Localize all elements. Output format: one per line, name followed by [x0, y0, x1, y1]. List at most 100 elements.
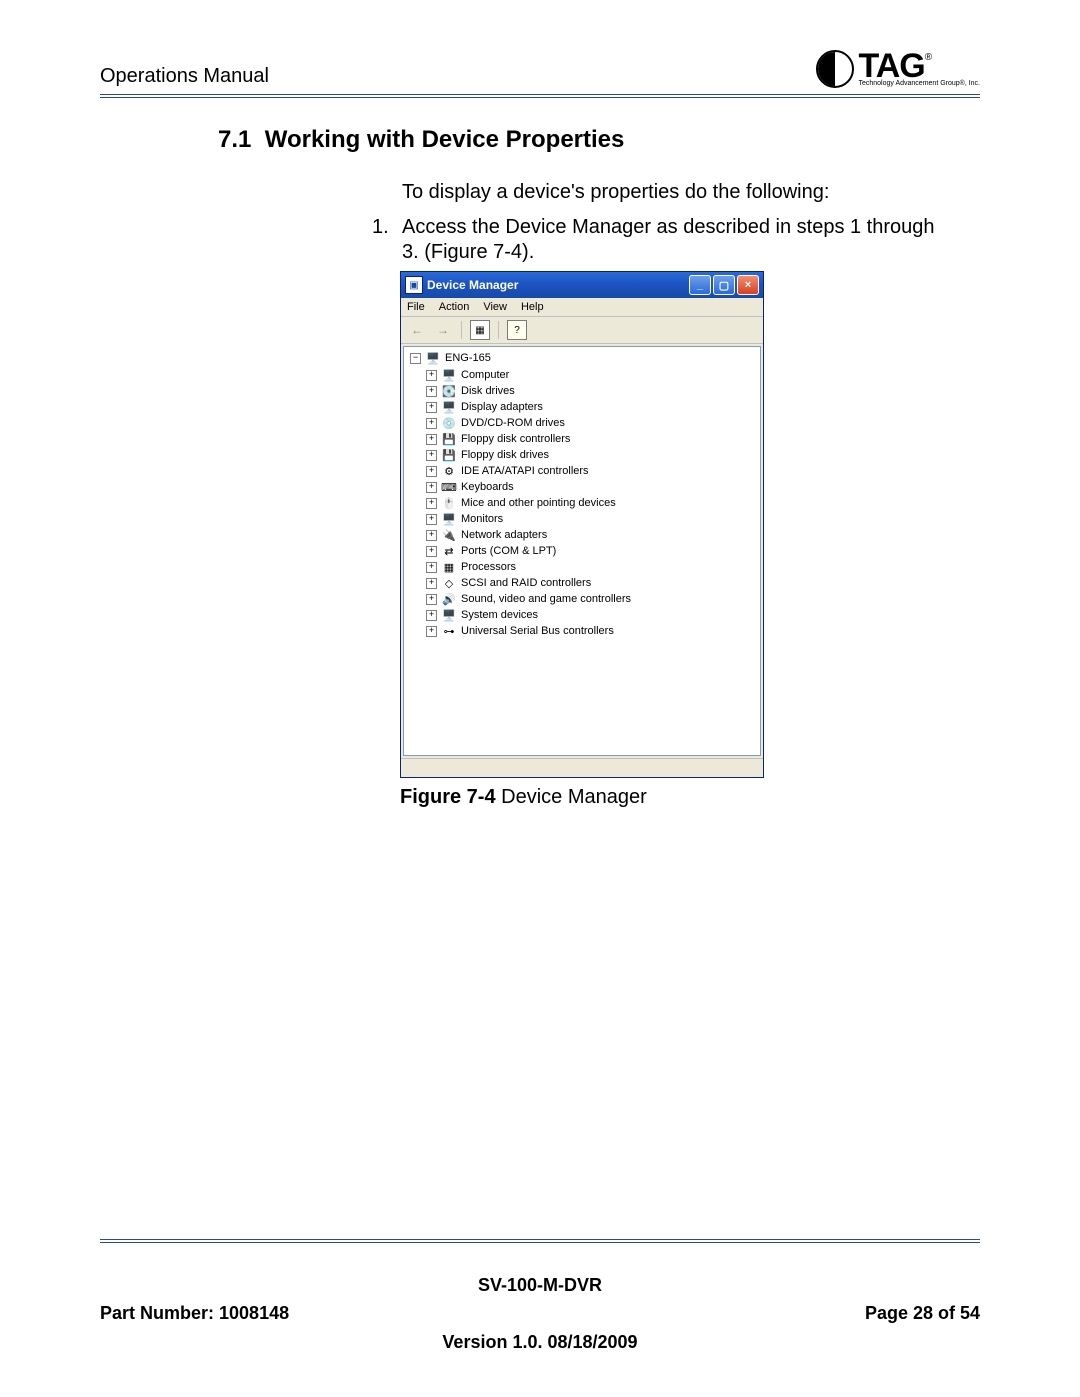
menu-action[interactable]: Action — [439, 301, 470, 313]
tag-logo-icon — [816, 50, 854, 88]
figure-label: Figure 7-4 — [400, 786, 496, 808]
device-category-icon: ◇ — [441, 576, 457, 590]
page-header: Operations Manual TAG® Technology Advanc… — [100, 50, 980, 88]
tree-item[interactable]: +▦Processors — [426, 559, 760, 575]
tree-item-label: Computer — [461, 369, 509, 381]
minimize-button[interactable]: _ — [689, 275, 711, 295]
title-bar: ▣ Device Manager _ ▢ × — [401, 272, 763, 298]
tree-item[interactable]: +🖥️Monitors — [426, 511, 760, 527]
collapse-icon[interactable]: − — [410, 353, 421, 364]
device-category-icon: 💾 — [441, 432, 457, 446]
figure-text: Device Manager — [496, 786, 647, 808]
footer-part-number: Part Number: 1008148 — [100, 1299, 289, 1328]
expand-icon[interactable]: + — [426, 610, 437, 621]
expand-icon[interactable]: + — [426, 594, 437, 605]
expand-icon[interactable]: + — [426, 418, 437, 429]
device-category-icon: 🔌 — [441, 528, 457, 542]
device-category-icon: 💾 — [441, 448, 457, 462]
tree-item-label: Mice and other pointing devices — [461, 497, 616, 509]
tree-item-label: Universal Serial Bus controllers — [461, 625, 614, 637]
toolbar-separator — [461, 321, 462, 339]
tree-item[interactable]: +⚙IDE ATA/ATAPI controllers — [426, 463, 760, 479]
tag-logo: TAG® Technology Advancement Group®, Inc. — [816, 50, 980, 88]
app-icon: ▣ — [405, 276, 423, 294]
device-category-icon: ⌨ — [441, 480, 457, 494]
properties-icon[interactable]: ▦ — [470, 320, 490, 340]
expand-icon[interactable]: + — [426, 482, 437, 493]
device-category-icon: 🔊 — [441, 592, 457, 606]
footer-version: Version 1.0. 08/18/2009 — [100, 1328, 980, 1357]
forward-button[interactable]: → — [433, 320, 453, 340]
section-title: Working with Device Properties — [265, 126, 625, 153]
expand-icon[interactable]: + — [426, 402, 437, 413]
tree-item-label: Network adapters — [461, 529, 547, 541]
tree-item-label: Monitors — [461, 513, 503, 525]
close-button[interactable]: × — [737, 275, 759, 295]
expand-icon[interactable]: + — [426, 434, 437, 445]
tree-item-label: Keyboards — [461, 481, 514, 493]
intro-paragraph: To display a device's properties do the … — [402, 180, 940, 205]
tree-item[interactable]: +🖱️Mice and other pointing devices — [426, 495, 760, 511]
tree-item[interactable]: + 💿 DVD/CD-ROM drives — [426, 415, 760, 431]
toolbar: ← → ▦ ? — [401, 317, 763, 344]
tree-item-label: Ports (COM & LPT) — [461, 545, 556, 557]
tree-item[interactable]: + 💽 Disk drives — [426, 383, 760, 399]
expand-icon[interactable]: + — [426, 562, 437, 573]
expand-icon[interactable]: + — [426, 370, 437, 381]
tree-item[interactable]: +🖥️Display adapters — [426, 399, 760, 415]
header-rule — [100, 94, 980, 98]
root-label: ENG-165 — [445, 352, 491, 364]
footer-rule — [100, 1239, 980, 1243]
help-icon[interactable]: ? — [507, 320, 527, 340]
device-category-icon: ▦ — [441, 560, 457, 574]
device-category-icon: ⊶ — [441, 624, 457, 638]
section-heading: 7.1 Working with Device Properties — [218, 126, 980, 154]
tree-root-node[interactable]: − 🖥️ ENG-165 — [404, 351, 760, 365]
tree-item[interactable]: + 🔊 Sound, video and game controllers — [426, 591, 760, 607]
step-1: 1. Access the Device Manager as describe… — [372, 215, 940, 265]
tree-item[interactable]: + 💾 Floppy disk controllers — [426, 431, 760, 447]
step-number: 1. — [372, 215, 402, 265]
tree-item-label: Floppy disk controllers — [461, 433, 570, 445]
expand-icon[interactable]: + — [426, 578, 437, 589]
menu-view[interactable]: View — [483, 301, 507, 313]
expand-icon[interactable]: + — [426, 386, 437, 397]
step-text: Access the Device Manager as described i… — [402, 215, 940, 265]
tree-item-label: System devices — [461, 609, 538, 621]
toolbar-separator — [498, 321, 499, 339]
expand-icon[interactable]: + — [426, 450, 437, 461]
tree-item[interactable]: + 🔌 Network adapters — [426, 527, 760, 543]
menu-help[interactable]: Help — [521, 301, 544, 313]
expand-icon[interactable]: + — [426, 530, 437, 541]
tree-item-label: Sound, video and game controllers — [461, 593, 631, 605]
device-tree[interactable]: − 🖥️ ENG-165 +🖥️Computer+💽Disk drives+🖥️… — [403, 346, 761, 756]
tree-item[interactable]: + ⊶ Universal Serial Bus controllers — [426, 623, 760, 639]
expand-icon[interactable]: + — [426, 546, 437, 557]
expand-icon[interactable]: + — [426, 514, 437, 525]
tree-item[interactable]: + 💾 Floppy disk drives — [426, 447, 760, 463]
tree-item[interactable]: + 🖥️ System devices — [426, 607, 760, 623]
tree-item[interactable]: + ⌨ Keyboards — [426, 479, 760, 495]
device-category-icon: 💿 — [441, 416, 457, 430]
device-category-icon: 💽 — [441, 384, 457, 398]
expand-icon[interactable]: + — [426, 498, 437, 509]
expand-icon[interactable]: + — [426, 626, 437, 637]
tree-item-label: DVD/CD-ROM drives — [461, 417, 565, 429]
window-title: Device Manager — [427, 278, 685, 292]
device-category-icon: 🖥️ — [441, 608, 457, 622]
menu-file[interactable]: File — [407, 301, 425, 313]
device-category-icon: 🖥️ — [441, 368, 457, 382]
maximize-button[interactable]: ▢ — [713, 275, 735, 295]
tree-item-label: Disk drives — [461, 385, 515, 397]
tree-item-label: Floppy disk drives — [461, 449, 549, 461]
doc-title: Operations Manual — [100, 65, 269, 88]
section-number: 7.1 — [218, 126, 251, 153]
expand-icon[interactable]: + — [426, 466, 437, 477]
tree-item[interactable]: + 🖥️ Computer — [426, 367, 760, 383]
tree-item[interactable]: +◇SCSI and RAID controllers — [426, 575, 760, 591]
tree-item[interactable]: +⇄Ports (COM & LPT) — [426, 543, 760, 559]
footer-model: SV-100-M-DVR — [100, 1271, 980, 1300]
device-category-icon: 🖥️ — [441, 400, 457, 414]
device-category-icon: ⚙ — [441, 464, 457, 478]
back-button[interactable]: ← — [407, 320, 427, 340]
